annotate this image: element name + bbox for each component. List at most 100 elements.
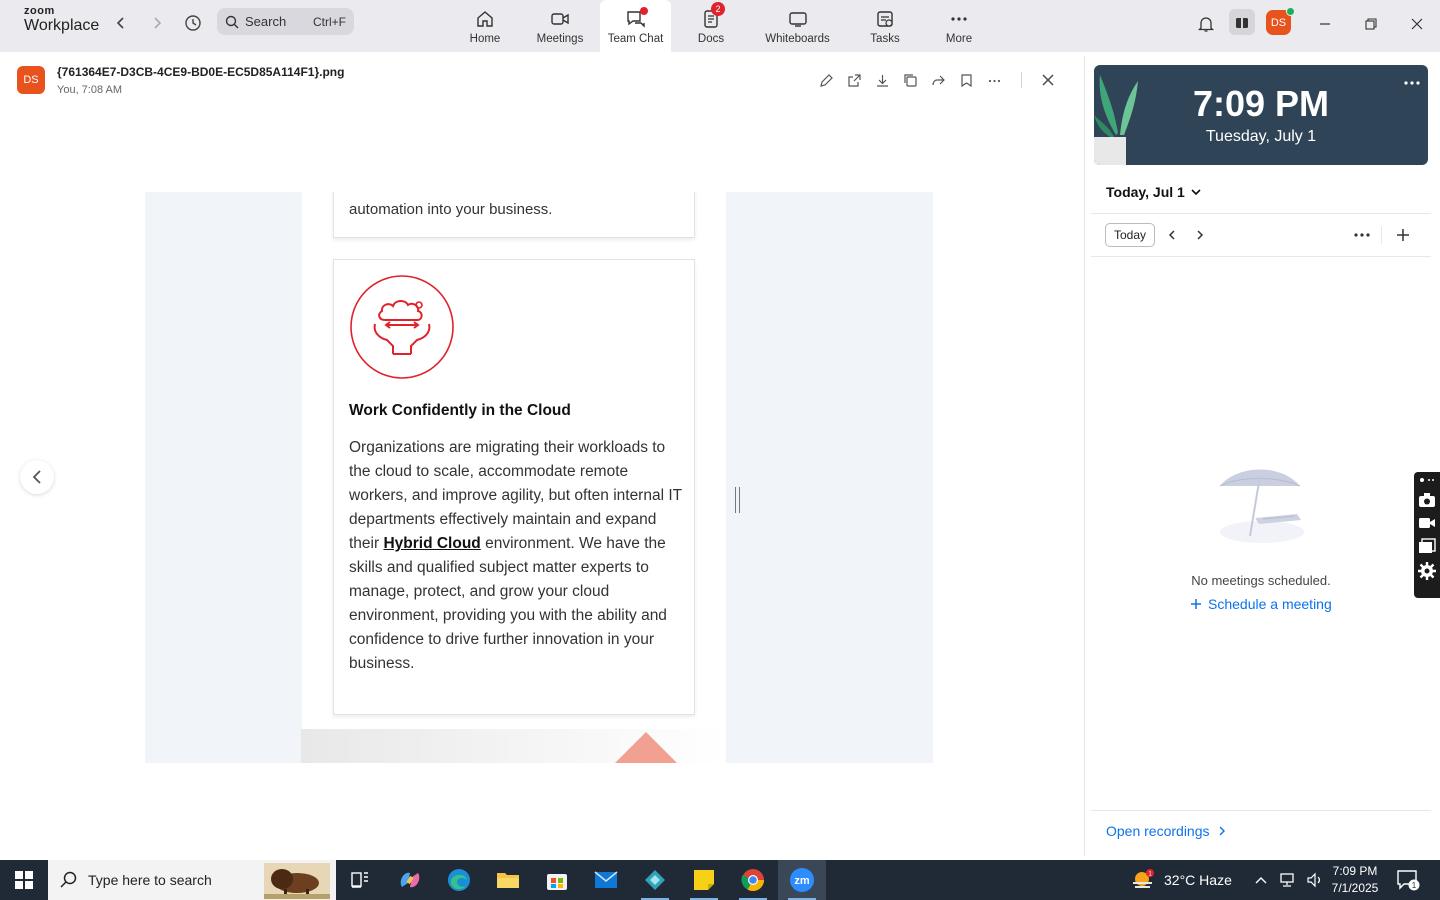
online-status-dot — [1286, 7, 1295, 16]
calendar-more-button[interactable] — [1353, 226, 1371, 244]
close-icon — [1411, 18, 1423, 30]
chevron-left-icon — [1168, 230, 1175, 240]
action-center-button[interactable]: 1 — [1396, 869, 1420, 891]
divider — [1091, 213, 1431, 214]
file-meta: You, 7:08 AM — [57, 84, 123, 96]
start-button[interactable] — [0, 860, 48, 900]
more-options-button[interactable] — [985, 71, 1003, 89]
schedule-meeting-link[interactable]: Schedule a meeting — [1190, 596, 1332, 612]
image-footer-triangle — [615, 732, 677, 763]
previous-card: automation into your business. — [333, 192, 695, 238]
close-viewer-button[interactable] — [1039, 71, 1057, 89]
tab-docs[interactable]: Docs 2 — [690, 0, 732, 52]
sticky-notes-app[interactable] — [680, 860, 728, 900]
copy-button[interactable] — [901, 71, 919, 89]
apps-button[interactable] — [1229, 9, 1255, 35]
tab-home[interactable]: Home — [460, 0, 510, 52]
search-icon — [225, 15, 239, 28]
open-recordings-link[interactable]: Open recordings — [1106, 823, 1225, 839]
previous-image-button[interactable] — [20, 460, 54, 494]
download-button[interactable] — [873, 71, 891, 89]
card-title: Work Confidently in the Cloud — [349, 402, 571, 419]
chrome-app[interactable] — [729, 860, 777, 900]
speaker-icon[interactable] — [1306, 872, 1324, 888]
calendar-panel: 7:09 PM Tuesday, July 1 Today, Jul 1 Tod… — [1084, 56, 1436, 856]
tab-more[interactable]: More — [940, 0, 978, 52]
panel-resize-handle[interactable] — [735, 487, 740, 513]
search-shortcut: Ctrl+F — [313, 14, 346, 29]
tab-tasks[interactable]: Tasks — [864, 0, 906, 52]
tab-team-chat[interactable]: Team Chat — [600, 0, 671, 52]
forward-button[interactable] — [146, 12, 168, 34]
notification-count: 1 — [1412, 881, 1417, 890]
search-bar[interactable]: Search Ctrl+F — [217, 8, 354, 35]
card-body-text-end: environment. We have the skills and qual… — [349, 535, 667, 672]
mail-app[interactable] — [582, 860, 630, 900]
notifications-button[interactable] — [1194, 12, 1218, 36]
date-selector-label: Today, Jul 1 — [1106, 184, 1185, 200]
schedule-meeting-label: Schedule a meeting — [1208, 596, 1332, 612]
app-diamond-icon — [645, 870, 665, 890]
edge-icon — [448, 869, 470, 891]
user-avatar[interactable]: DS — [1266, 7, 1295, 35]
task-view-button[interactable] — [336, 860, 384, 900]
network-icon[interactable] — [1278, 872, 1296, 888]
tab-whiteboards[interactable]: Whiteboards — [760, 0, 835, 52]
chevron-up-icon[interactable] — [1254, 875, 1268, 885]
tab-label: Whiteboards — [765, 33, 830, 45]
copy-icon — [903, 73, 917, 87]
restore-button[interactable] — [1359, 12, 1383, 36]
annotate-button[interactable] — [817, 71, 835, 89]
back-button[interactable] — [110, 12, 132, 34]
taskbar-date: 7/1/2025 — [1331, 881, 1379, 895]
external-link-icon — [847, 73, 861, 87]
open-external-button[interactable] — [845, 71, 863, 89]
plus-icon — [1397, 229, 1409, 241]
today-button[interactable]: Today — [1105, 223, 1155, 247]
next-day-button[interactable] — [1191, 226, 1209, 244]
pin-more-icon[interactable] — [1419, 476, 1435, 484]
weather-widget[interactable]: 1 32°C Haze — [1130, 860, 1232, 900]
zoom-app[interactable]: zm — [778, 860, 826, 900]
search-label: Search — [245, 14, 287, 29]
date-selector[interactable]: Today, Jul 1 — [1106, 184, 1201, 200]
clock-more-button[interactable] — [1404, 75, 1420, 86]
card-body: Organizations are migrating their worklo… — [349, 436, 689, 676]
pencil-icon — [819, 73, 833, 87]
bookmark-button[interactable] — [957, 71, 975, 89]
logo-zoom-text: zoom — [24, 5, 55, 17]
folder-icon — [497, 873, 519, 888]
previous-day-button[interactable] — [1163, 226, 1181, 244]
divider — [1091, 256, 1431, 257]
copilot-app[interactable] — [386, 860, 434, 900]
home-icon — [477, 11, 493, 27]
history-button[interactable] — [182, 12, 204, 34]
minimize-button[interactable] — [1313, 12, 1337, 36]
more-dots-icon — [988, 79, 1000, 82]
add-event-button[interactable] — [1394, 226, 1412, 244]
file-explorer-app[interactable] — [484, 860, 532, 900]
edge-app[interactable] — [435, 860, 483, 900]
sun-haze-icon: 1 — [1133, 869, 1154, 888]
chevron-left-icon — [32, 470, 41, 484]
pinned-app[interactable] — [631, 860, 679, 900]
copilot-icon — [400, 872, 420, 888]
sender-initials: DS — [23, 74, 39, 86]
tab-meetings[interactable]: Meetings — [530, 0, 590, 52]
gear-icon[interactable] — [1418, 562, 1436, 580]
today-button-label: Today — [1113, 228, 1147, 242]
system-tray — [1254, 860, 1324, 900]
logo-workplace-text: Workplace — [24, 17, 100, 34]
floating-controls — [1414, 472, 1440, 598]
camera-icon[interactable] — [1418, 492, 1436, 508]
taskbar-search[interactable]: Type here to search — [48, 860, 336, 900]
cloud-hands-icon — [350, 275, 454, 379]
taskbar-clock[interactable]: 7:09 PM 7/1/2025 — [1330, 863, 1380, 897]
video-icon[interactable] — [1418, 516, 1436, 530]
store-app[interactable] — [533, 860, 581, 900]
more-dots-icon — [1404, 81, 1420, 85]
share-button[interactable] — [929, 71, 947, 89]
window-icon[interactable] — [1418, 538, 1436, 554]
close-window-button[interactable] — [1405, 12, 1429, 36]
download-icon — [876, 74, 888, 87]
